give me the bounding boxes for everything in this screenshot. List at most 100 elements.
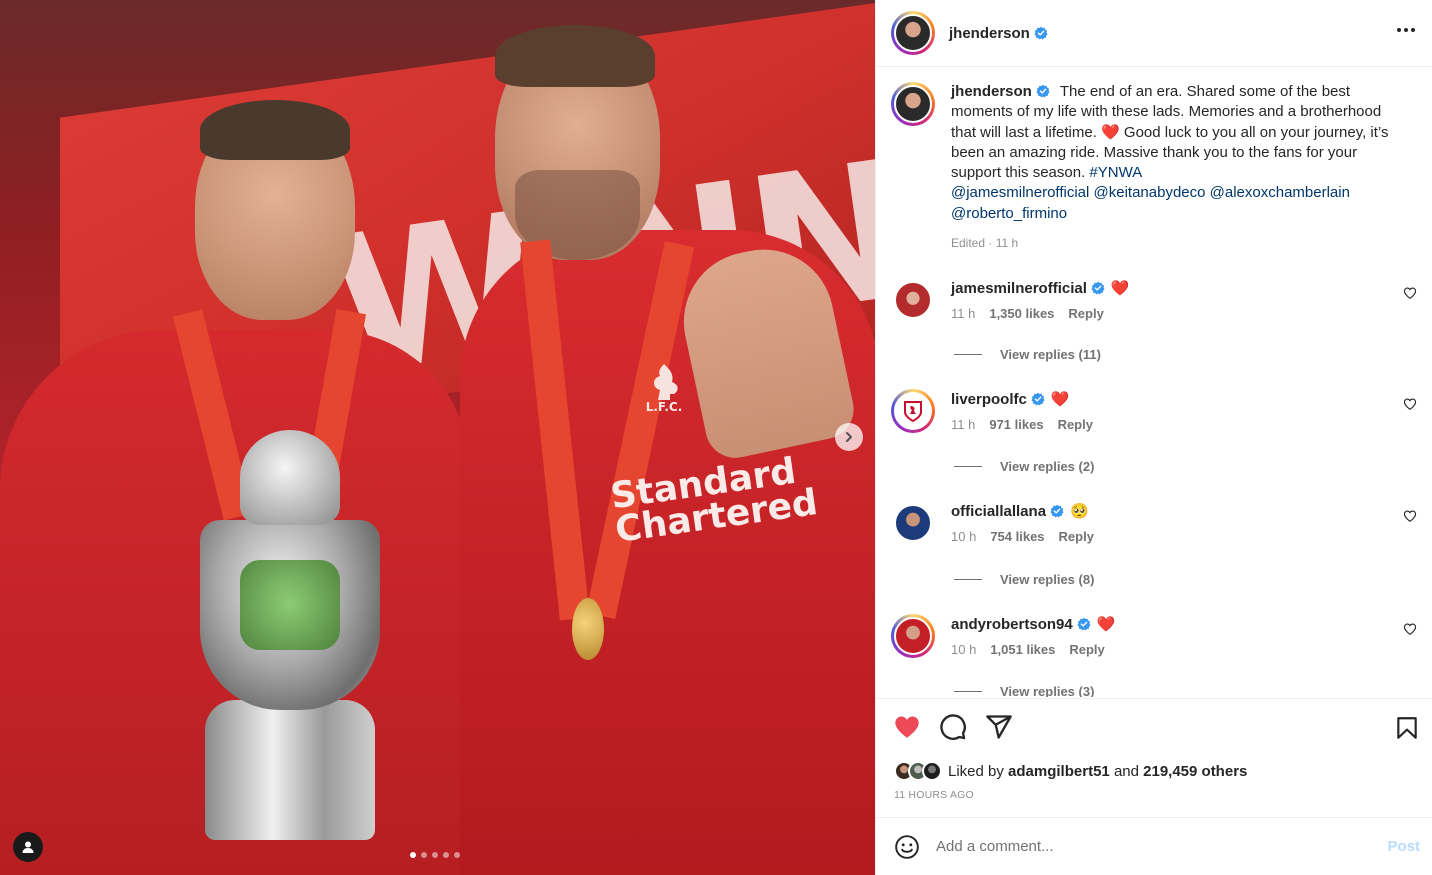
author-username[interactable]: jhenderson bbox=[949, 25, 1030, 42]
more-options-icon bbox=[1397, 28, 1401, 32]
comment-body: officiallallana 🥺 10 h 754 likes Reply bbox=[951, 501, 1421, 545]
comment-likes[interactable]: 971 likes bbox=[989, 417, 1043, 432]
reply-button[interactable]: Reply bbox=[1069, 642, 1104, 657]
caption-username[interactable]: jhenderson bbox=[951, 83, 1054, 100]
comment-body: liverpoolfc ❤️ 11 h 971 likes Reply bbox=[951, 389, 1421, 433]
view-replies-button[interactable]: View replies (3) bbox=[954, 684, 1094, 697]
avatar-image bbox=[894, 14, 932, 52]
post-image[interactable]: WINNE Standard Chartered L.F.C. bbox=[0, 0, 875, 875]
mention-link[interactable]: @alexoxchamberlain bbox=[1210, 184, 1350, 201]
verified-badge-icon bbox=[1034, 26, 1048, 40]
heart-icon[interactable] bbox=[1403, 622, 1417, 636]
heart-icon[interactable] bbox=[1403, 509, 1417, 523]
commenter-username[interactable]: liverpoolfc bbox=[951, 391, 1027, 408]
carousel-dot bbox=[421, 852, 427, 858]
mention-link[interactable]: @roberto_firmino bbox=[951, 205, 1067, 222]
carousel-indicator bbox=[410, 852, 460, 858]
comment-likes[interactable]: 1,350 likes bbox=[989, 306, 1054, 321]
comment-item: jamesmilnerofficial ❤️ 11 h 1,350 likes Re… bbox=[891, 278, 1421, 322]
view-replies-button[interactable]: View replies (2) bbox=[954, 459, 1094, 474]
reply-button[interactable]: Reply bbox=[1059, 529, 1094, 544]
comments-scroll-area[interactable]: jhenderson The end of an era. Shared some… bbox=[876, 67, 1432, 697]
heart-icon[interactable] bbox=[893, 713, 921, 741]
comment-input[interactable] bbox=[936, 838, 1356, 855]
avatar-image bbox=[894, 617, 932, 655]
comment-item: liverpoolfc ❤️ 11 h 971 likes Reply bbox=[891, 389, 1421, 433]
heart-icon[interactable] bbox=[1403, 286, 1417, 300]
reply-button[interactable]: Reply bbox=[1068, 306, 1103, 321]
add-comment-bar: Post bbox=[876, 817, 1432, 875]
next-image-button[interactable] bbox=[835, 423, 863, 451]
commenter-username[interactable]: officiallallana bbox=[951, 503, 1046, 520]
post-caption: jhenderson The end of an era. Shared some… bbox=[891, 82, 1403, 253]
heart-icon[interactable] bbox=[1403, 397, 1417, 411]
liked-by-user[interactable]: adamgilbert51 bbox=[1008, 763, 1110, 780]
liked-by-and: and bbox=[1113, 762, 1139, 780]
commenter-avatar[interactable] bbox=[891, 501, 935, 545]
trophy-lid bbox=[240, 430, 340, 525]
mention-link[interactable]: @keitanabydeco bbox=[1094, 184, 1206, 201]
author-avatar[interactable] bbox=[891, 11, 935, 55]
comment-item: officiallallana 🥺 10 h 754 likes Reply bbox=[891, 501, 1421, 545]
tagged-users-button[interactable] bbox=[13, 832, 43, 862]
comment-time[interactable]: 11 h bbox=[951, 306, 975, 321]
verified-badge-icon bbox=[1077, 617, 1091, 631]
comment-likes[interactable]: 754 likes bbox=[990, 529, 1044, 544]
carousel-dot bbox=[454, 852, 460, 858]
mention-link[interactable]: @jamesmilnerofficial bbox=[951, 184, 1089, 201]
avatar-image bbox=[894, 504, 932, 542]
commenter-username[interactable]: andyrobertson94 bbox=[951, 616, 1073, 633]
avatar-image bbox=[894, 281, 932, 319]
comment-text: ❤️ bbox=[1096, 616, 1116, 633]
likes-summary: Liked by adamgilbert51 and 219,459 other… bbox=[894, 761, 1247, 781]
comment-time[interactable]: 11 h bbox=[951, 417, 975, 432]
liked-by-avatars bbox=[894, 761, 942, 781]
liked-by-others[interactable]: 219,459 others bbox=[1143, 763, 1247, 780]
verified-badge-icon bbox=[1050, 504, 1064, 518]
comment-body: jamesmilnerofficial ❤️ 11 h 1,350 likes Re… bbox=[951, 278, 1421, 322]
post-timestamp[interactable]: 11 HOURS AGO bbox=[894, 789, 974, 801]
winner-medal bbox=[572, 598, 604, 660]
commenter-avatar[interactable] bbox=[891, 614, 935, 658]
save-icon[interactable] bbox=[1394, 715, 1420, 741]
next-arrow-icon bbox=[846, 432, 852, 442]
carousel-dot bbox=[443, 852, 449, 858]
share-icon[interactable] bbox=[985, 713, 1013, 741]
more-options-button[interactable] bbox=[1397, 28, 1415, 32]
comment-icon[interactable] bbox=[939, 713, 967, 741]
commenter-avatar[interactable] bbox=[891, 389, 935, 433]
comment-body: andyrobertson94 ❤️ 10 h 1,051 likes Reply bbox=[951, 614, 1421, 658]
verified-badge-icon bbox=[1031, 392, 1045, 406]
caption-meta: Edited · 11 h bbox=[951, 236, 1019, 251]
player-left-hair bbox=[200, 100, 350, 160]
verified-badge-icon bbox=[1036, 84, 1050, 98]
comment-text: 🥺 bbox=[1070, 503, 1089, 520]
verified-badge-icon bbox=[1091, 281, 1105, 295]
hashtag-link[interactable]: #YNWA bbox=[1089, 164, 1142, 181]
emoji-icon[interactable] bbox=[894, 834, 920, 860]
caption-body: jhenderson The end of an era. Shared some… bbox=[951, 82, 1403, 253]
reply-button[interactable]: Reply bbox=[1058, 417, 1093, 432]
avatar bbox=[922, 761, 942, 781]
post-comment-button[interactable]: Post bbox=[1387, 838, 1420, 855]
post-modal: WINNE Standard Chartered L.F.C. bbox=[0, 0, 1432, 875]
liverpool-crest-icon bbox=[904, 401, 922, 422]
comment-item: andyrobertson94 ❤️ 10 h 1,051 likes Reply bbox=[891, 614, 1421, 658]
comment-text: ❤️ bbox=[1050, 391, 1070, 408]
view-replies-button[interactable]: View replies (11) bbox=[954, 347, 1101, 362]
comment-time[interactable]: 10 h bbox=[951, 529, 976, 544]
carousel-dot bbox=[410, 852, 416, 858]
carousel-dot bbox=[432, 852, 438, 858]
post-details-panel: jhenderson jhenderson The end of an era. … bbox=[875, 0, 1432, 875]
comment-text: ❤️ bbox=[1110, 280, 1130, 297]
user-tag-icon bbox=[22, 841, 34, 853]
comment-likes[interactable]: 1,051 likes bbox=[990, 642, 1055, 657]
avatar-image bbox=[894, 85, 932, 123]
liked-by-prefix: Liked by bbox=[948, 762, 1004, 780]
comment-time[interactable]: 10 h bbox=[951, 642, 976, 657]
view-replies-button[interactable]: View replies (8) bbox=[954, 572, 1094, 587]
post-actions: Liked by adamgilbert51 and 219,459 other… bbox=[876, 698, 1432, 818]
caption-author-avatar[interactable] bbox=[891, 82, 935, 126]
commenter-username[interactable]: jamesmilnerofficial bbox=[951, 280, 1087, 297]
commenter-avatar[interactable] bbox=[891, 278, 935, 322]
